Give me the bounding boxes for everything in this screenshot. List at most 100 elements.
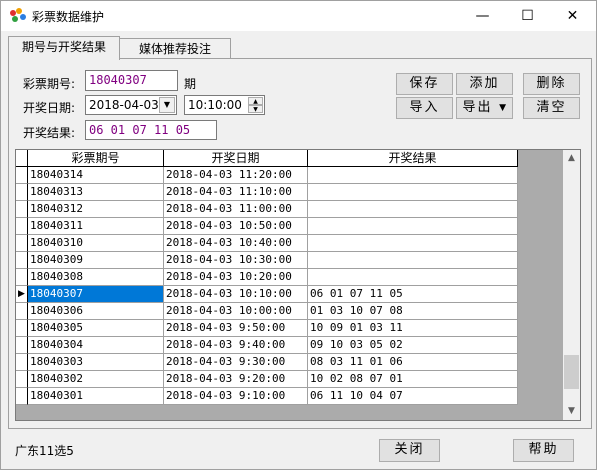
- cell-date[interactable]: 2018-04-03 10:40:00: [164, 235, 308, 252]
- scroll-up-icon[interactable]: ▲: [563, 150, 580, 167]
- cell-result[interactable]: 10 02 08 07 01: [308, 371, 518, 388]
- period-input[interactable]: 18040307: [85, 70, 178, 91]
- table-row[interactable]: 18040301 2018-04-03 9:10:00 06 11 10 04 07: [16, 388, 518, 405]
- table-row[interactable]: ▶ 18040307 2018-04-03 10:10:00 06 01 07 11 …: [16, 286, 518, 303]
- cell-period[interactable]: 18040303: [28, 354, 164, 371]
- table-row[interactable]: 18040305 2018-04-03 9:50:00 10 09 01 03 11: [16, 320, 518, 337]
- cell-result[interactable]: [308, 184, 518, 201]
- tab-period-results[interactable]: 期号与开奖结果: [8, 36, 120, 60]
- tab-media-recommend[interactable]: 媒体推荐投注: [119, 38, 231, 60]
- cell-date[interactable]: 2018-04-03 9:40:00: [164, 337, 308, 354]
- row-header[interactable]: [16, 388, 28, 405]
- table-row[interactable]: 18040303 2018-04-03 9:30:00 08 03 11 01 06: [16, 354, 518, 371]
- spin-down-icon[interactable]: ▼: [248, 105, 263, 113]
- row-header[interactable]: [16, 354, 28, 371]
- cell-date[interactable]: 2018-04-03 11:10:00: [164, 184, 308, 201]
- maximize-icon[interactable]: ☐: [505, 1, 550, 31]
- cell-date[interactable]: 2018-04-03 11:20:00: [164, 167, 308, 184]
- cell-period[interactable]: 18040310: [28, 235, 164, 252]
- cell-date[interactable]: 2018-04-03 10:50:00: [164, 218, 308, 235]
- column-header-date[interactable]: 开奖日期: [164, 150, 308, 167]
- column-header-period[interactable]: 彩票期号: [28, 150, 164, 167]
- cell-period[interactable]: 18040304: [28, 337, 164, 354]
- minimize-icon[interactable]: —: [460, 1, 505, 31]
- scroll-thumb[interactable]: [564, 355, 579, 389]
- cell-result[interactable]: [308, 201, 518, 218]
- cell-period[interactable]: 18040302: [28, 371, 164, 388]
- table-row[interactable]: 18040309 2018-04-03 10:30:00: [16, 252, 518, 269]
- row-header[interactable]: [16, 252, 28, 269]
- period-suffix: 期: [184, 77, 197, 91]
- table-row[interactable]: 18040302 2018-04-03 9:20:00 10 02 08 07 01: [16, 371, 518, 388]
- cell-period[interactable]: 18040311: [28, 218, 164, 235]
- column-header-result[interactable]: 开奖结果: [308, 150, 518, 167]
- cell-result[interactable]: [308, 167, 518, 184]
- vertical-scrollbar[interactable]: ▲ ▼: [563, 150, 580, 420]
- add-button[interactable]: 添加: [456, 73, 513, 95]
- cell-period[interactable]: 18040313: [28, 184, 164, 201]
- date-dropdown-icon[interactable]: ▼: [159, 97, 175, 113]
- cell-period[interactable]: 18040307: [28, 286, 164, 303]
- cell-date[interactable]: 2018-04-03 10:00:00: [164, 303, 308, 320]
- cell-date[interactable]: 2018-04-03 9:10:00: [164, 388, 308, 405]
- results-table[interactable]: 彩票期号 开奖日期 开奖结果 18040314 2018-04-03 11:20:…: [15, 149, 581, 421]
- delete-button[interactable]: 删除: [523, 73, 580, 95]
- help-button[interactable]: 帮助: [513, 439, 574, 462]
- cell-period[interactable]: 18040308: [28, 269, 164, 286]
- clear-button[interactable]: 清空: [523, 97, 580, 119]
- close-window-icon[interactable]: ✕: [550, 1, 595, 31]
- spin-up-icon[interactable]: ▲: [248, 97, 263, 105]
- time-spinner[interactable]: ▲ ▼: [248, 97, 263, 113]
- row-header[interactable]: [16, 320, 28, 337]
- row-header[interactable]: [16, 337, 28, 354]
- cell-result[interactable]: 10 09 01 03 11: [308, 320, 518, 337]
- cell-result[interactable]: [308, 269, 518, 286]
- cell-date[interactable]: 2018-04-03 9:20:00: [164, 371, 308, 388]
- cell-result[interactable]: 08 03 11 01 06: [308, 354, 518, 371]
- table-row[interactable]: 18040313 2018-04-03 11:10:00: [16, 184, 518, 201]
- cell-period[interactable]: 18040314: [28, 167, 164, 184]
- cell-date[interactable]: 2018-04-03 9:30:00: [164, 354, 308, 371]
- row-header[interactable]: [16, 218, 28, 235]
- cell-date[interactable]: 2018-04-03 11:00:00: [164, 201, 308, 218]
- row-header[interactable]: [16, 371, 28, 388]
- row-header[interactable]: [16, 235, 28, 252]
- cell-result[interactable]: 06 01 07 11 05: [308, 286, 518, 303]
- cell-period[interactable]: 18040305: [28, 320, 164, 337]
- table-row[interactable]: 18040308 2018-04-03 10:20:00: [16, 269, 518, 286]
- current-row-indicator-icon[interactable]: ▶: [16, 286, 28, 303]
- cell-result[interactable]: 01 03 10 07 08: [308, 303, 518, 320]
- scroll-down-icon[interactable]: ▼: [563, 403, 580, 420]
- date-picker[interactable]: 2018-04-03 ▼: [85, 95, 177, 115]
- save-button[interactable]: 保存: [396, 73, 453, 95]
- cell-period[interactable]: 18040301: [28, 388, 164, 405]
- table-row[interactable]: 18040306 2018-04-03 10:00:00 01 03 10 07 0…: [16, 303, 518, 320]
- cell-result[interactable]: 06 11 10 04 07: [308, 388, 518, 405]
- time-input[interactable]: 10:10:00 ▲ ▼: [184, 95, 265, 115]
- cell-date[interactable]: 2018-04-03 10:20:00: [164, 269, 308, 286]
- cell-date[interactable]: 2018-04-03 9:50:00: [164, 320, 308, 337]
- table-row[interactable]: 18040310 2018-04-03 10:40:00: [16, 235, 518, 252]
- export-button[interactable]: 导出 ▼: [456, 97, 513, 119]
- cell-period[interactable]: 18040306: [28, 303, 164, 320]
- cell-period[interactable]: 18040312: [28, 201, 164, 218]
- row-header[interactable]: [16, 184, 28, 201]
- row-header[interactable]: [16, 201, 28, 218]
- cell-result[interactable]: [308, 218, 518, 235]
- table-row[interactable]: 18040314 2018-04-03 11:20:00: [16, 167, 518, 184]
- table-row[interactable]: 18040304 2018-04-03 9:40:00 09 10 03 05 02: [16, 337, 518, 354]
- cell-result[interactable]: 09 10 03 05 02: [308, 337, 518, 354]
- row-header[interactable]: [16, 269, 28, 286]
- import-button[interactable]: 导入: [396, 97, 453, 119]
- result-input[interactable]: 06 01 07 11 05: [85, 120, 217, 140]
- close-button[interactable]: 关闭: [379, 439, 440, 462]
- cell-result[interactable]: [308, 252, 518, 269]
- cell-period[interactable]: 18040309: [28, 252, 164, 269]
- table-row[interactable]: 18040311 2018-04-03 10:50:00: [16, 218, 518, 235]
- row-header[interactable]: [16, 167, 28, 184]
- cell-date[interactable]: 2018-04-03 10:30:00: [164, 252, 308, 269]
- cell-result[interactable]: [308, 235, 518, 252]
- table-row[interactable]: 18040312 2018-04-03 11:00:00: [16, 201, 518, 218]
- cell-date[interactable]: 2018-04-03 10:10:00: [164, 286, 308, 303]
- row-header[interactable]: [16, 303, 28, 320]
